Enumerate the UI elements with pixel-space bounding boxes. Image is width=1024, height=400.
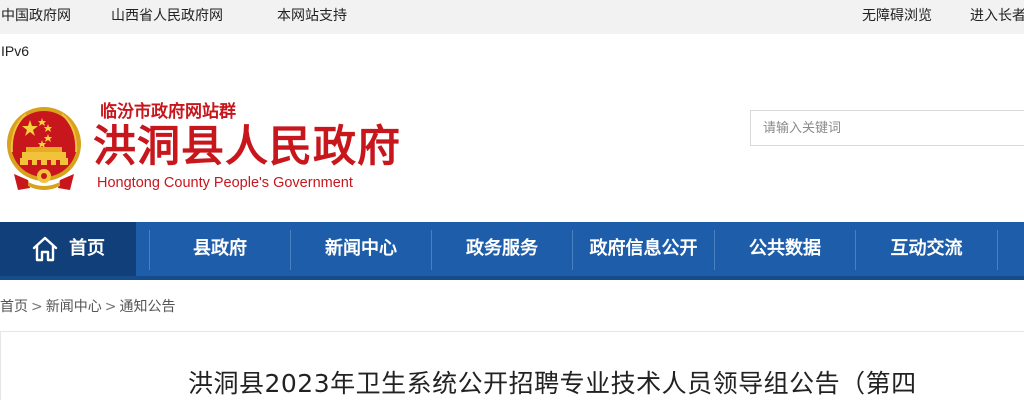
link-shanxi-gov[interactable]: 山西省人民政府网 [111,7,223,25]
link-accessibility[interactable]: 无障碍浏览 [862,7,932,25]
site-title-english: Hongtong County People's Government [97,175,353,191]
breadcrumb-separator: > [31,299,43,315]
main-nav: 首页 县政府 新闻中心 政务服务 政府信息公开 公共数据 互动交流 [0,222,1024,280]
nav-item-gov-services[interactable]: 政务服务 [432,222,572,276]
nav-bottom-stripe [0,276,1024,280]
content-border [0,331,1,400]
search-input[interactable] [751,111,1024,145]
link-china-gov[interactable]: 中国政府网 [1,7,71,25]
nav-item-home[interactable]: 首页 [0,222,136,276]
breadcrumb-news-center[interactable]: 新闻中心 [46,299,102,315]
site-title: 洪洞县人民政府 [93,122,401,172]
breadcrumb-home[interactable]: 首页 [0,299,28,315]
article-title: 洪洞县2023年卫生系统公开招聘专业技术人员领导组公告（第四 [188,369,917,398]
home-icon [32,236,58,262]
nav-separator [997,230,998,270]
nav-item-news-center[interactable]: 新闻中心 [291,222,431,276]
national-emblem-icon [7,107,81,190]
search-box [750,110,1024,146]
nav-label-home: 首页 [69,238,105,259]
nav-item-interaction[interactable]: 互动交流 [856,222,997,276]
ipv6-label: IPv6 [1,43,30,59]
nav-item-public-data[interactable]: 公共数据 [715,222,855,276]
link-site-support[interactable]: 本网站支持 [277,7,347,25]
nav-item-info-disclosure[interactable]: 政府信息公开 [573,222,714,276]
top-utility-bar: 中国政府网 山西省人民政府网 本网站支持 无障碍浏览 进入长者 [0,0,1024,34]
breadcrumb: 首页 > 新闻中心 > 通知公告 [0,296,175,316]
breadcrumb-separator: > [104,299,117,315]
nav-item-county-gov[interactable]: 县政府 [150,222,290,276]
link-elder-mode[interactable]: 进入长者 [970,7,1024,25]
content-divider [0,331,1024,332]
breadcrumb-notices[interactable]: 通知公告 [119,299,175,315]
